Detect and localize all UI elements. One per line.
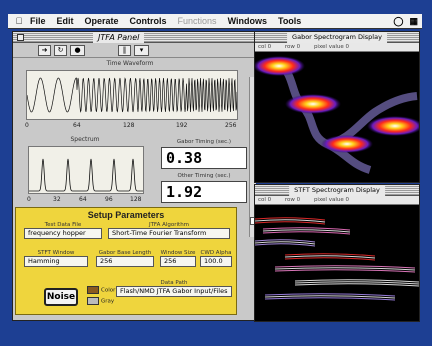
- run-continuous-icon[interactable]: ↻: [54, 44, 67, 56]
- waveform-tick-64: 64: [73, 122, 81, 129]
- cwd-alpha-control[interactable]: CWD Alpha 100.0: [200, 250, 232, 267]
- panel-toolbar: ➜ ↻ ● ‖ ▾: [13, 43, 255, 58]
- gabor-window-title-bar[interactable]: Gabor Spectrogram Display: [255, 32, 419, 43]
- menu-file[interactable]: File: [30, 16, 46, 26]
- stft-band-line: [264, 297, 396, 301]
- stft-window-title-bar[interactable]: STFT Spectrogram Display: [255, 185, 419, 196]
- abort-icon[interactable]: ●: [70, 44, 85, 56]
- cwd-alpha-input[interactable]: 100.0: [200, 256, 232, 267]
- gabor-status-pixel: pixel value 0: [313, 44, 349, 50]
- waveform-tick-256: 256: [225, 122, 237, 129]
- gabor-window-title: Gabor Spectrogram Display: [287, 32, 387, 43]
- stft-band-line: [274, 269, 416, 273]
- data-path-control[interactable]: Data Path Flash/NMD JTFA Gabor Input/Fil…: [116, 280, 232, 297]
- stft-window-control[interactable]: STFT Window Hamming: [24, 250, 88, 267]
- spectrum-plot: [29, 158, 143, 192]
- gabor-timing-indicator: Gabor Timing (sec.) 0.38: [161, 139, 247, 169]
- spectrum-tick-128: 128: [130, 196, 142, 203]
- noise-button[interactable]: Noise: [44, 288, 78, 306]
- setup-title: Setup Parameters: [87, 210, 165, 220]
- menu-windows[interactable]: Windows: [228, 16, 267, 26]
- help-icon[interactable]: ◯: [393, 16, 403, 27]
- gabor-timing-label: Gabor Timing (sec.): [176, 139, 232, 145]
- stft-window-ring[interactable]: Hamming: [24, 256, 88, 267]
- stft-band-line: [294, 283, 420, 287]
- color-swatch-icon[interactable]: [87, 286, 99, 294]
- application-menu-icon[interactable]: ▦: [409, 16, 418, 27]
- close-box-icon[interactable]: [17, 34, 24, 41]
- menu-edit[interactable]: Edit: [57, 16, 74, 26]
- gabor-status-bar: col 0 row 0 pixel value 0: [255, 43, 419, 52]
- spectrum-trace: [29, 158, 143, 192]
- jtfa-algorithm-ring[interactable]: Short-Time Fourier Transform: [108, 228, 230, 239]
- waveform-label: Time Waveform: [106, 60, 154, 67]
- test-data-file-ring[interactable]: frequency hopper: [24, 228, 102, 239]
- gabor-base-length-ring[interactable]: 256: [96, 256, 154, 267]
- time-waveform-graph: [26, 70, 238, 120]
- gabor-base-length-label: Gabor Base Length: [98, 250, 152, 256]
- spectrum-graph: [28, 146, 144, 194]
- gabor-blob-3: [321, 135, 373, 153]
- waveform-tick-192: 192: [176, 122, 188, 129]
- other-timing-value: 1.92: [161, 181, 247, 203]
- other-timing-label: Other Timing (sec.): [177, 173, 231, 179]
- stft-status-col: col 0: [258, 197, 272, 203]
- apple-menu-icon[interactable]: : [8, 16, 30, 26]
- test-data-file-control[interactable]: Test Data File frequency hopper: [24, 222, 102, 239]
- other-timing-indicator: Other Timing (sec.) 1.92: [161, 173, 247, 203]
- setup-parameters-panel: Setup Parameters Test Data File frequenc…: [15, 207, 237, 315]
- menu-operate[interactable]: Operate: [85, 16, 119, 26]
- panel-title-bar[interactable]: JTFA Panel: [13, 32, 255, 43]
- window-size-control[interactable]: Window Size 256: [160, 250, 196, 267]
- stft-status-row: row 0: [284, 197, 301, 203]
- menu-functions[interactable]: Functions: [178, 16, 217, 26]
- stft-band-line: [254, 221, 326, 225]
- stft-window-title: STFT Spectrogram Display: [289, 185, 385, 196]
- gabor-blob-4: [367, 116, 423, 136]
- spectrum-label: Spectrum: [70, 136, 100, 143]
- menu-bar:  File Edit Operate Controls Functions W…: [8, 14, 422, 29]
- gray-option[interactable]: Gray: [101, 299, 114, 305]
- gabor-spectrogram-window: Gabor Spectrogram Display col 0 row 0 pi…: [253, 31, 423, 183]
- run-arrow-icon[interactable]: ➜: [38, 44, 51, 56]
- stft-band-line: [262, 231, 351, 235]
- stft-spectrogram-image: [254, 217, 420, 301]
- gabor-base-length-control[interactable]: Gabor Base Length 256: [96, 250, 154, 267]
- spectrum-tick-32: 32: [53, 196, 61, 203]
- color-gray-selector[interactable]: Color Gray: [87, 286, 115, 308]
- gabor-spectrogram-image: [253, 56, 423, 174]
- stft-spectrogram-window: STFT Spectrogram Display col 0 row 0 pix…: [254, 184, 420, 322]
- cwd-alpha-label: CWD Alpha: [200, 250, 232, 256]
- gabor-blob-2: [285, 94, 341, 114]
- panel-title: JTFA Panel: [93, 32, 145, 43]
- waveform-trace: [26, 77, 238, 113]
- pause-icon[interactable]: ‖: [118, 44, 131, 56]
- spectrum-tick-64: 64: [79, 196, 87, 203]
- spectrum-tick-0: 0: [27, 196, 31, 203]
- window-size-label: Window Size: [160, 250, 196, 256]
- color-option[interactable]: Color: [101, 288, 115, 294]
- menu-tools[interactable]: Tools: [278, 16, 301, 26]
- menu-controls[interactable]: Controls: [130, 16, 167, 26]
- waveform-tick-128: 128: [123, 122, 135, 129]
- waveform-tick-0: 0: [25, 122, 29, 129]
- gabor-blob-1: [253, 56, 305, 76]
- time-waveform-plot: [26, 77, 238, 113]
- spectrum-tick-96: 96: [105, 196, 113, 203]
- gray-swatch-icon[interactable]: [87, 297, 99, 305]
- stft-band-line: [254, 243, 316, 247]
- stft-status-pixel: pixel value 0: [313, 197, 349, 203]
- jtfa-algorithm-control[interactable]: JTFA Algorithm Short-Time Fourier Transf…: [108, 222, 230, 239]
- gabor-status-col: col 0: [258, 44, 272, 50]
- gabor-timing-value: 0.38: [161, 147, 247, 169]
- stft-status-bar: col 0 row 0 pixel value 0: [255, 196, 419, 205]
- font-ring-icon[interactable]: ▾: [134, 44, 149, 56]
- data-path-input[interactable]: Flash/NMD JTFA Gabor Input/Files: [116, 286, 232, 297]
- gabor-status-row: row 0: [284, 44, 301, 50]
- window-size-input[interactable]: 256: [160, 256, 196, 267]
- stft-band-line: [284, 257, 376, 261]
